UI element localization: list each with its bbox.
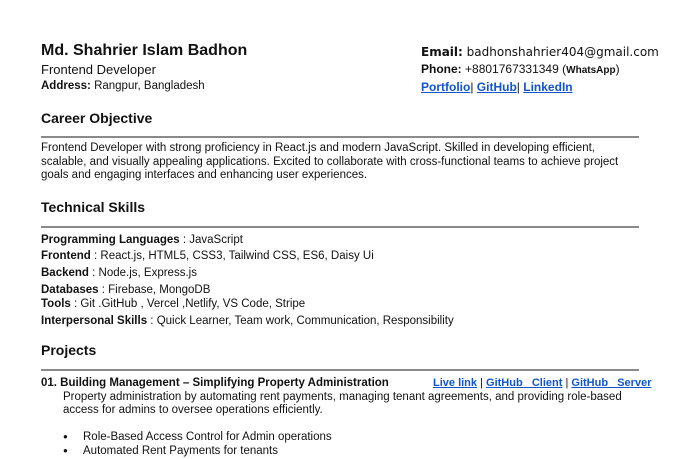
- skill-value: JavaScript: [189, 234, 243, 246]
- skill-frontend: Frontend : React.js, HTML5, CSS3, Tailwi…: [41, 250, 374, 262]
- email-value[interactable]: badhonshahrier404@gmail.com: [467, 45, 659, 59]
- live-link[interactable]: Live link: [433, 377, 477, 389]
- link-separator: |: [470, 80, 474, 94]
- skill-backend: Backend : Node.js, Express.js: [41, 267, 197, 279]
- skill-separator: :: [70, 298, 81, 310]
- portfolio-link[interactable]: Portfolio: [421, 80, 470, 94]
- email: Email: badhonshahrier404@gmail.com: [421, 45, 659, 59]
- skill-label: Backend: [41, 267, 89, 279]
- email-label: Email:: [421, 45, 463, 59]
- link-separator: |: [565, 377, 569, 389]
- address-value: Rangpur, Bangladesh: [94, 80, 205, 92]
- link-separator: |: [516, 80, 520, 94]
- github-client-link[interactable]: GitHub _Client: [486, 377, 562, 389]
- skill-value: React.js, HTML5, CSS3, Tailwind CSS, ES6…: [100, 250, 374, 262]
- address-label: Address:: [41, 80, 91, 92]
- project-bullet: ● Role-Based Access Control for Admin ope…: [63, 431, 332, 443]
- bullet-icon: ●: [63, 446, 68, 455]
- project-description: Property administration by automating re…: [63, 391, 622, 416]
- career-objective-heading: Career Objective: [41, 110, 153, 126]
- github-server-link[interactable]: GitHub _Server: [571, 377, 651, 389]
- profile-links: Portfolio| GitHub| LinkedIn: [421, 80, 573, 94]
- linkedin-link[interactable]: LinkedIn: [523, 80, 572, 94]
- phone: Phone: +8801767331349 (WhatsApp): [421, 62, 620, 76]
- projects-heading: Projects: [41, 342, 97, 358]
- skill-label: Frontend: [41, 250, 91, 262]
- career-objective-text: Frontend Developer with strong proficien…: [41, 142, 619, 181]
- link-separator: |: [480, 377, 483, 389]
- skill-value: Node.js, Express.js: [98, 267, 197, 279]
- project-bullet: ● Automated Rent Payments for tenants: [63, 445, 278, 457]
- skill-programming-languages: Programming Languages : JavaScript: [41, 234, 243, 246]
- section-divider: [41, 136, 639, 138]
- skill-label: Programming Languages: [41, 234, 180, 246]
- skill-tools: Tools : Git .GitHub , Vercel ,Netlify, V…: [41, 298, 305, 310]
- skill-separator: :: [98, 284, 109, 296]
- technical-skills-heading: Technical Skills: [41, 199, 146, 215]
- skill-value: Quick Learner, Team work, Communication,…: [156, 315, 454, 327]
- whatsapp-note: WhatsApp: [566, 65, 616, 76]
- bullet-text: Automated Rent Payments for tenants: [83, 445, 278, 457]
- skill-label: Interpersonal Skills: [41, 315, 148, 327]
- phone-paren-close: ): [615, 62, 620, 76]
- bullet-text: Role-Based Access Control for Admin oper…: [83, 431, 332, 443]
- skill-separator: :: [90, 250, 101, 262]
- skill-label: Databases: [41, 284, 99, 296]
- candidate-name: Md. Shahrier Islam Badhon: [41, 42, 248, 59]
- job-title: Frontend Developer: [41, 62, 156, 77]
- github-link[interactable]: GitHub: [477, 80, 517, 94]
- bullet-icon: ●: [63, 432, 68, 441]
- section-divider: [41, 226, 639, 228]
- phone-value: +8801767331349: [465, 62, 559, 76]
- phone-label: Phone:: [421, 62, 462, 76]
- skill-label: Tools: [41, 298, 71, 310]
- skill-separator: :: [88, 267, 99, 279]
- skill-value: Git .GitHub , Vercel ,Netlify, VS Code, …: [80, 298, 306, 310]
- project-title: 01. Building Management – Simplifying Pr…: [41, 377, 389, 389]
- address: Address: Rangpur, Bangladesh: [41, 80, 205, 92]
- skill-databases: Databases : Firebase, MongoDB: [41, 284, 210, 296]
- section-divider: [41, 369, 639, 371]
- skill-separator: :: [179, 234, 190, 246]
- skill-value: Firebase, MongoDB: [108, 284, 211, 296]
- project-links: Live link | GitHub _Client | GitHub _Ser…: [433, 377, 651, 389]
- skill-separator: :: [147, 315, 157, 327]
- skill-interpersonal: Interpersonal Skills : Quick Learner, Te…: [41, 315, 454, 327]
